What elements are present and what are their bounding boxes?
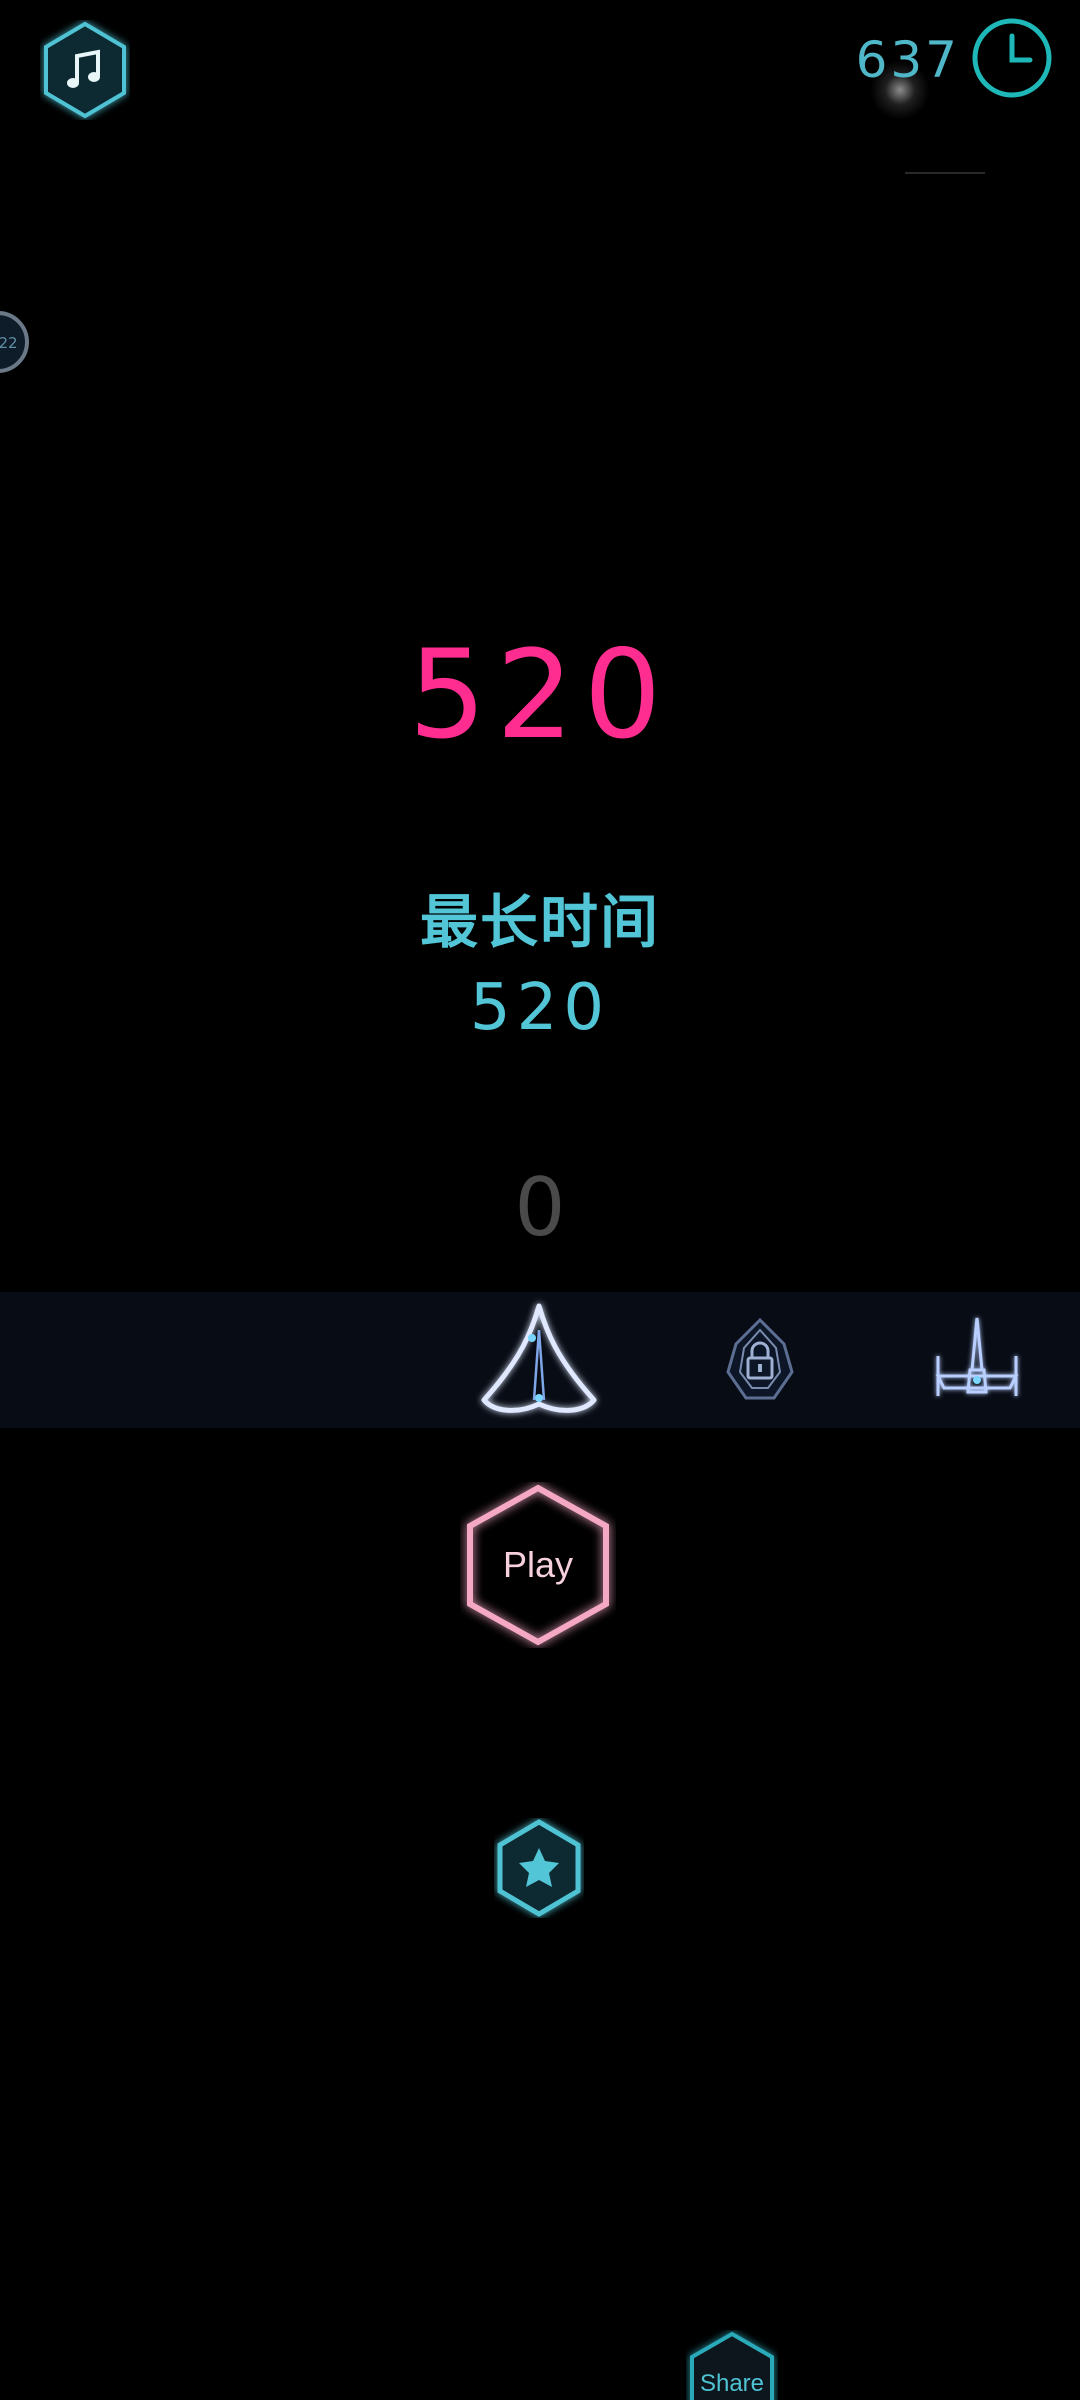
collected-counter: 0 — [514, 1161, 566, 1254]
game-screen: 637 22 520 最长时间 520 0 Play Share — [0, 0, 1080, 2400]
best-time-label: 最长时间 — [419, 888, 660, 956]
share-button[interactable]: Share — [686, 2330, 778, 2400]
decorative-line — [905, 172, 985, 174]
delta-wing-ship-icon — [481, 1303, 597, 1413]
star-icon — [497, 1819, 581, 1917]
best-time-value: 520 — [469, 971, 611, 1045]
clock-icon[interactable] — [970, 16, 1054, 100]
side-badge-text: 22 — [0, 334, 18, 352]
current-score: 520 — [408, 624, 672, 766]
pod-ship-icon — [726, 1317, 794, 1400]
share-button-label: Share — [699, 2370, 765, 2397]
rate-star-button[interactable] — [494, 1818, 584, 1918]
ship-x-wing[interactable] — [930, 1314, 1024, 1406]
music-toggle-button[interactable] — [40, 20, 130, 120]
x-wing-ship-icon — [935, 1317, 1019, 1396]
play-button-label: Play — [502, 1544, 574, 1585]
ship-pod-locked[interactable] — [722, 1316, 798, 1402]
play-button[interactable]: Play — [460, 1482, 616, 1648]
time-counter: 637 — [855, 31, 960, 89]
side-level-badge[interactable]: 22 — [0, 310, 30, 374]
music-note-icon — [44, 21, 126, 119]
ship-delta-wing[interactable] — [474, 1300, 604, 1422]
